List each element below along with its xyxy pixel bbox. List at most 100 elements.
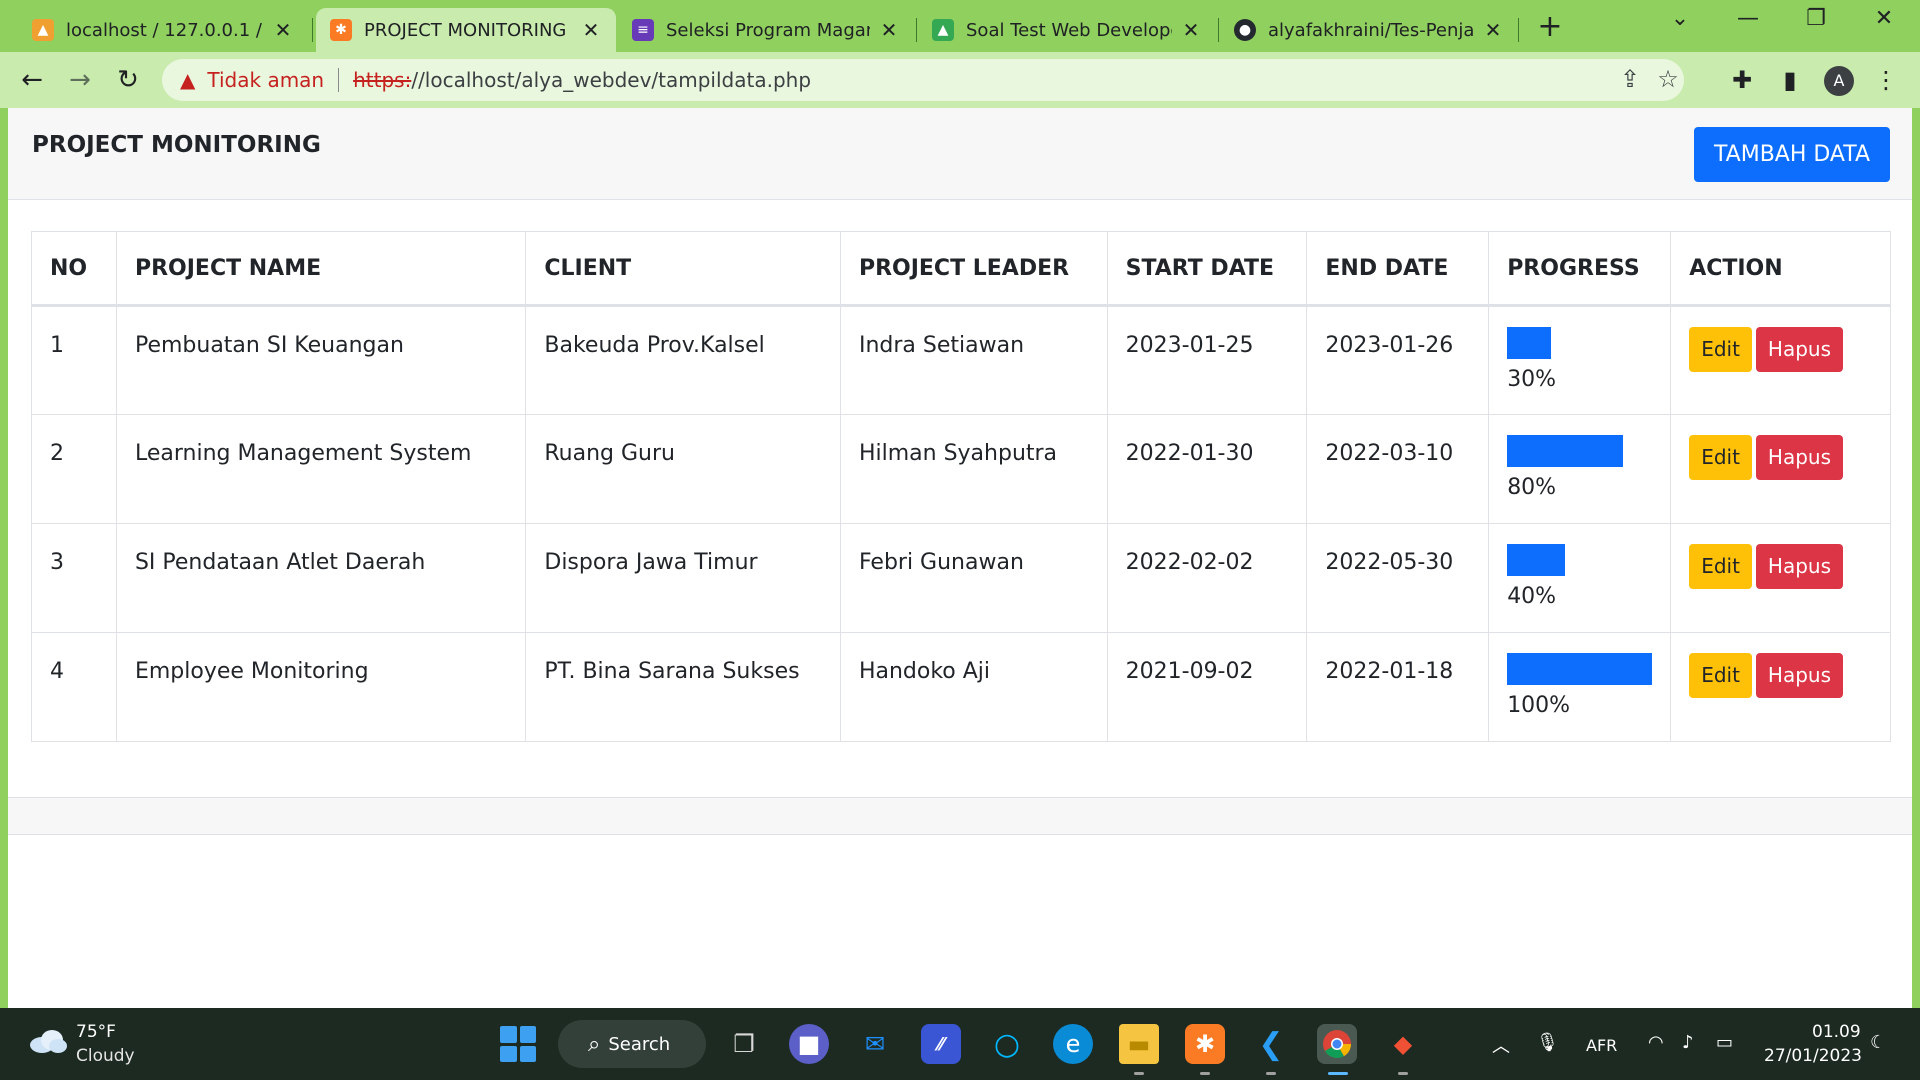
running-indicator [1266, 1072, 1276, 1075]
cell-end-date: 2023-01-26 [1306, 305, 1490, 415]
active-indicator [1328, 1072, 1348, 1075]
column-header-action: ACTION [1670, 231, 1891, 307]
tab-phpmyadmin[interactable]: ▲ localhost / 127.0.0.1 / alya ✕ [18, 8, 308, 52]
delete-button[interactable]: Hapus [1755, 544, 1844, 589]
cortana-icon[interactable]: ○ [987, 1024, 1027, 1064]
battery-icon[interactable]: ▭ [1716, 1032, 1733, 1053]
cell-project-leader: Hilman Syahputra [839, 414, 1108, 524]
chevron-up-icon[interactable]: ︿ [1492, 1032, 1510, 1058]
add-data-button[interactable]: TAMBAH DATA [1694, 127, 1890, 182]
volume-icon[interactable]: ♪ [1682, 1032, 1694, 1053]
cell-project-leader: Indra Setiawan [839, 305, 1108, 415]
share-icon[interactable]: ⇪ [1614, 65, 1646, 93]
tab-separator [1518, 18, 1519, 42]
minimize-button[interactable]: — [1728, 6, 1768, 31]
browser-toolbar: ← → ↻ ▲ Tidak aman https: //localhost/al… [0, 52, 1920, 108]
chrome-icon[interactable] [1317, 1024, 1357, 1064]
windows-start-icon[interactable] [500, 1026, 536, 1062]
edit-button[interactable]: Edit [1689, 653, 1752, 698]
edge-icon[interactable]: e [1053, 1024, 1093, 1064]
notifications-icon[interactable]: ☾ [1870, 1032, 1886, 1053]
edit-button[interactable]: Edit [1689, 544, 1752, 589]
delete-button[interactable]: Hapus [1755, 435, 1844, 480]
cell-progress: 30% [1488, 305, 1672, 415]
language-indicator[interactable]: AFR [1586, 1036, 1617, 1055]
microphone-icon[interactable]: 🎙 [1536, 1032, 1559, 1053]
column-header-project-name: PROJECT NAME [115, 231, 527, 307]
close-icon[interactable]: ✕ [1482, 18, 1504, 42]
progress-label: 100% [1507, 693, 1571, 718]
progress-track [1507, 435, 1652, 467]
extensions-icon[interactable]: ✚ [1724, 62, 1760, 98]
cell-no: 4 [31, 632, 117, 742]
close-icon[interactable]: ✕ [878, 18, 900, 42]
wifi-icon[interactable]: ◠ [1648, 1032, 1664, 1053]
file-explorer-icon[interactable]: ▬ [1119, 1024, 1159, 1064]
delete-button[interactable]: Hapus [1755, 653, 1844, 698]
cell-progress: 100% [1488, 632, 1672, 742]
tab-seleksi-magang[interactable]: ≡ Seleksi Program Magang ✕ [618, 8, 914, 52]
projects-table: NO PROJECT NAME CLIENT PROJECT LEADER ST… [31, 231, 1891, 742]
table-header-row: NO PROJECT NAME CLIENT PROJECT LEADER ST… [31, 231, 1891, 307]
menu-icon[interactable]: ⋮ [1868, 62, 1904, 98]
address-bar[interactable]: ▲ Tidak aman https: //localhost/alya_web… [162, 59, 1684, 101]
delete-button[interactable]: Hapus [1755, 327, 1844, 372]
new-tab-button[interactable]: + [1532, 10, 1568, 46]
edit-button[interactable]: Edit [1689, 435, 1752, 480]
cell-action: Edit Hapus [1670, 523, 1891, 633]
progress-label: 30% [1507, 367, 1557, 392]
browser-chrome: ▲ localhost / 127.0.0.1 / alya ✕ ✱ PROJE… [0, 0, 1920, 108]
edit-button[interactable]: Edit [1689, 327, 1752, 372]
maplestory-app-icon[interactable]: ⁄⁄ [921, 1024, 961, 1064]
close-icon[interactable]: ✕ [272, 18, 294, 42]
table-row: 3 SI Pendataan Atlet Daerah Dispora Jawa… [31, 523, 1891, 633]
progress-track [1507, 327, 1652, 359]
weather-description[interactable]: Cloudy [76, 1046, 135, 1066]
mail-icon[interactable]: ✉ [855, 1024, 895, 1064]
tab-search-icon[interactable]: ⌄ [1660, 6, 1700, 31]
profile-avatar[interactable]: A [1824, 66, 1854, 96]
cell-action: Edit Hapus [1670, 305, 1891, 415]
table-row: 1 Pembuatan SI Keuangan Bakeuda Prov.Kal… [31, 305, 1891, 415]
teams-chat-icon[interactable]: ■ [789, 1024, 829, 1064]
side-panel-icon[interactable]: ▮ [1772, 62, 1808, 98]
bookmark-star-icon[interactable]: ☆ [1652, 65, 1684, 93]
close-icon[interactable]: ✕ [580, 18, 602, 42]
tab-soal-test[interactable]: ▲ Soal Test Web Developer ✕ [918, 8, 1216, 52]
back-button[interactable]: ← [14, 62, 50, 98]
progress-bar [1507, 435, 1624, 467]
reload-button[interactable]: ↻ [110, 62, 146, 98]
app-header: PROJECT MONITORING TAMBAH DATA [8, 108, 1912, 200]
clock-time[interactable]: 01.09 [1812, 1022, 1861, 1042]
close-window-button[interactable]: ✕ [1864, 6, 1904, 31]
url-text: //localhost/alya_webdev/tampildata.php [411, 68, 812, 92]
vscode-icon[interactable]: ❮ [1251, 1024, 1291, 1064]
cell-start-date: 2023-01-25 [1106, 305, 1308, 415]
close-icon[interactable]: ✕ [1180, 18, 1202, 42]
cloud-icon [30, 1030, 67, 1053]
restore-button[interactable]: ❐ [1796, 6, 1836, 31]
window-border-right [1912, 108, 1920, 1008]
cell-end-date: 2022-03-10 [1306, 414, 1490, 524]
task-view-icon[interactable]: ❐ [724, 1024, 764, 1064]
taskbar-search[interactable]: ⌕ Search [558, 1020, 706, 1068]
cell-project-name: Employee Monitoring [115, 632, 527, 742]
cell-start-date: 2022-02-02 [1106, 523, 1308, 633]
weather-temperature[interactable]: 75°F [76, 1022, 116, 1042]
cell-progress: 80% [1488, 414, 1672, 524]
git-icon[interactable]: ◆ [1383, 1024, 1423, 1064]
progress-label: 80% [1507, 475, 1557, 500]
tab-strip: ▲ localhost / 127.0.0.1 / alya ✕ ✱ PROJE… [0, 0, 1920, 52]
drive-icon: ▲ [932, 19, 954, 41]
running-indicator [1134, 1072, 1144, 1075]
cell-start-date: 2021-09-02 [1106, 632, 1308, 742]
tab-github[interactable]: ● alyafakhraini/Tes-Penjarin ✕ [1220, 8, 1518, 52]
forward-button[interactable]: → [62, 62, 98, 98]
security-label[interactable]: Tidak aman [207, 68, 324, 92]
cell-project-name: Pembuatan SI Keuangan [115, 305, 527, 415]
cell-end-date: 2022-05-30 [1306, 523, 1490, 633]
clock-date[interactable]: 27/01/2023 [1764, 1046, 1862, 1066]
tab-project-monitoring[interactable]: ✱ PROJECT MONITORING ✕ [316, 8, 616, 52]
xampp-icon[interactable]: ✱ [1185, 1024, 1225, 1064]
progress-track [1507, 544, 1652, 576]
